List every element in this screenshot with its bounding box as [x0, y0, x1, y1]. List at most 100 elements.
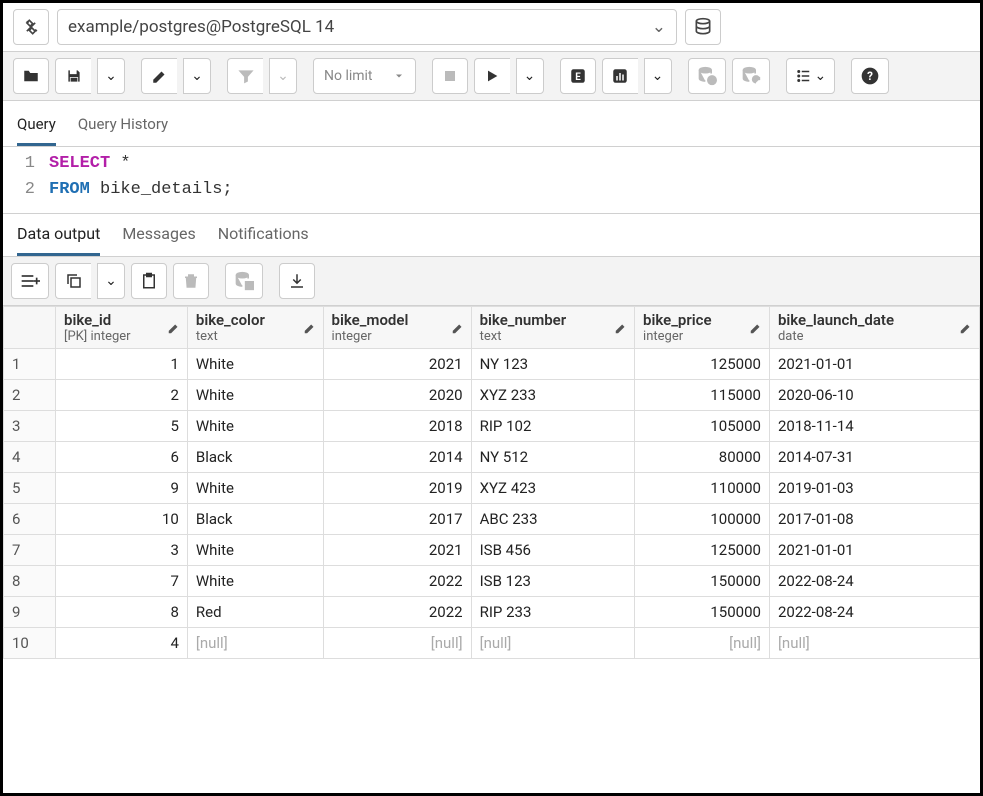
cell[interactable]: 10 — [56, 504, 188, 535]
cell[interactable]: Red — [187, 597, 323, 628]
cell[interactable]: 110000 — [635, 473, 770, 504]
cell[interactable]: 105000 — [635, 411, 770, 442]
cell[interactable]: 2017 — [323, 504, 471, 535]
cell[interactable]: [null] — [769, 628, 979, 659]
cell[interactable]: ISB 456 — [471, 535, 634, 566]
explain-button[interactable]: E — [560, 58, 596, 94]
sql-editor[interactable]: 12 SELECT *FROM bike_details; — [3, 147, 980, 213]
connection-dropdown[interactable]: example/postgres@PostgreSQL 14 ⌄ — [57, 9, 677, 45]
column-header-bike_id[interactable]: bike_id[PK] integer — [56, 307, 188, 349]
edit-dropdown[interactable]: ⌄ — [183, 58, 211, 94]
cell[interactable]: 2017-01-08 — [769, 504, 979, 535]
cell[interactable]: 2014-07-31 — [769, 442, 979, 473]
column-header-bike_color[interactable]: bike_colortext — [187, 307, 323, 349]
paste-button[interactable] — [131, 263, 167, 299]
cell[interactable]: 2022-08-24 — [769, 597, 979, 628]
cell[interactable]: 2022 — [323, 566, 471, 597]
cell[interactable]: XYZ 423 — [471, 473, 634, 504]
add-row-button[interactable] — [11, 263, 49, 299]
cell[interactable]: [null] — [635, 628, 770, 659]
download-button[interactable] — [279, 263, 315, 299]
stop-button[interactable] — [432, 58, 468, 94]
column-header-bike_number[interactable]: bike_numbertext — [471, 307, 634, 349]
cell[interactable]: 2018 — [323, 411, 471, 442]
server-button[interactable] — [685, 9, 721, 45]
commit-button[interactable] — [688, 58, 726, 94]
cell[interactable]: 150000 — [635, 597, 770, 628]
analyze-button[interactable] — [602, 58, 638, 94]
table-row[interactable]: 46Black2014NY 512800002014-07-31 — [4, 442, 980, 473]
table-row[interactable]: 87White2022ISB 1231500002022-08-24 — [4, 566, 980, 597]
table-row[interactable]: 59White2019XYZ 4231100002019-01-03 — [4, 473, 980, 504]
column-header-bike_price[interactable]: bike_priceinteger — [635, 307, 770, 349]
cell[interactable]: White — [187, 566, 323, 597]
cell[interactable]: 2019-01-03 — [769, 473, 979, 504]
save-button[interactable] — [55, 58, 91, 94]
cell[interactable]: XYZ 233 — [471, 380, 634, 411]
limit-dropdown[interactable]: No limit — [313, 58, 416, 94]
cell[interactable]: 2021-01-01 — [769, 349, 979, 380]
table-row[interactable]: 11White2021NY 1231250002021-01-01 — [4, 349, 980, 380]
cell[interactable]: [null] — [323, 628, 471, 659]
cell[interactable]: NY 512 — [471, 442, 634, 473]
cell[interactable]: 6 — [56, 442, 188, 473]
cell[interactable]: 2022 — [323, 597, 471, 628]
table-row[interactable]: 98Red2022RIP 2331500002022-08-24 — [4, 597, 980, 628]
cell[interactable]: Black — [187, 504, 323, 535]
cell[interactable]: 100000 — [635, 504, 770, 535]
cell[interactable]: 150000 — [635, 566, 770, 597]
tab-query[interactable]: Query — [17, 109, 56, 146]
copy-dropdown[interactable]: ⌄ — [97, 263, 125, 299]
cell[interactable]: White — [187, 473, 323, 504]
save-dropdown[interactable]: ⌄ — [97, 58, 125, 94]
column-header-bike_model[interactable]: bike_modelinteger — [323, 307, 471, 349]
cell[interactable]: ISB 123 — [471, 566, 634, 597]
cell[interactable]: [null] — [187, 628, 323, 659]
run-button[interactable] — [474, 58, 510, 94]
table-row[interactable]: 610Black2017ABC 2331000002017-01-08 — [4, 504, 980, 535]
cell[interactable]: 2014 — [323, 442, 471, 473]
table-row[interactable]: 35White2018RIP 1021050002018-11-14 — [4, 411, 980, 442]
cell[interactable]: 7 — [56, 566, 188, 597]
delete-button[interactable] — [173, 263, 209, 299]
cell[interactable]: White — [187, 349, 323, 380]
cell[interactable]: 80000 — [635, 442, 770, 473]
edit-button[interactable] — [141, 58, 177, 94]
tab-query-history[interactable]: Query History — [78, 109, 168, 146]
rollback-button[interactable] — [732, 58, 770, 94]
cell[interactable]: RIP 233 — [471, 597, 634, 628]
table-row[interactable]: 73White2021ISB 4561250002021-01-01 — [4, 535, 980, 566]
cell[interactable]: ABC 233 — [471, 504, 634, 535]
cell[interactable]: RIP 102 — [471, 411, 634, 442]
run-dropdown[interactable]: ⌄ — [516, 58, 544, 94]
cell[interactable]: Black — [187, 442, 323, 473]
cell[interactable]: 8 — [56, 597, 188, 628]
filter-dropdown[interactable]: ⌄ — [269, 58, 297, 94]
cell[interactable]: 9 — [56, 473, 188, 504]
cell[interactable]: 125000 — [635, 349, 770, 380]
cell[interactable]: White — [187, 535, 323, 566]
cell[interactable]: 5 — [56, 411, 188, 442]
cell[interactable]: 125000 — [635, 535, 770, 566]
cell[interactable]: 2021 — [323, 535, 471, 566]
cell[interactable]: 2018-11-14 — [769, 411, 979, 442]
cell[interactable]: NY 123 — [471, 349, 634, 380]
result-tab-data-output[interactable]: Data output — [17, 214, 100, 256]
table-row[interactable]: 104[null][null][null][null][null] — [4, 628, 980, 659]
cell[interactable]: 1 — [56, 349, 188, 380]
result-tab-messages[interactable]: Messages — [122, 214, 195, 256]
copy-button[interactable] — [55, 263, 91, 299]
cell[interactable]: 3 — [56, 535, 188, 566]
cell[interactable]: White — [187, 380, 323, 411]
cell[interactable]: 2 — [56, 380, 188, 411]
cell[interactable]: 2022-08-24 — [769, 566, 979, 597]
cell[interactable]: 115000 — [635, 380, 770, 411]
save-data-button[interactable] — [225, 263, 263, 299]
column-header-bike_launch_date[interactable]: bike_launch_datedate — [769, 307, 979, 349]
open-button[interactable] — [13, 58, 49, 94]
macros-button[interactable]: ⌄ — [786, 58, 836, 94]
cell[interactable]: 4 — [56, 628, 188, 659]
cell[interactable]: 2021 — [323, 349, 471, 380]
cell[interactable]: 2020 — [323, 380, 471, 411]
help-button[interactable]: ? — [851, 58, 889, 94]
